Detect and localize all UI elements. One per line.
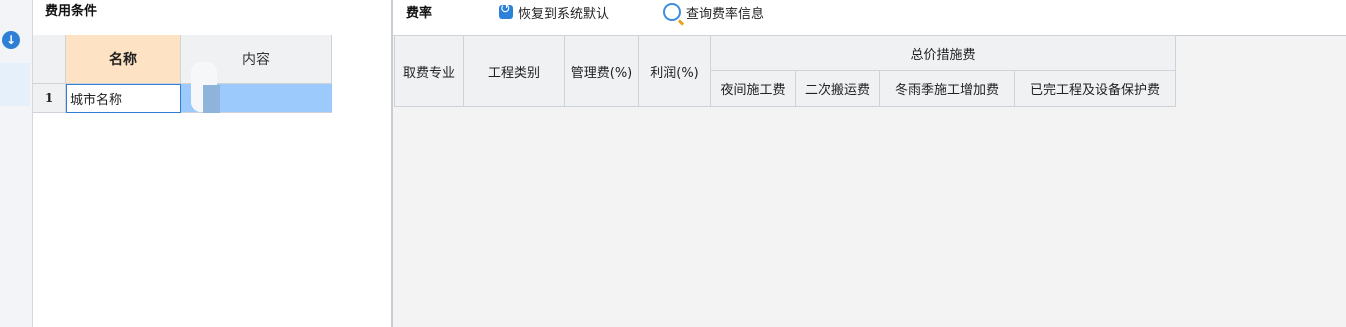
rates-panel: 费率 恢复到系统默认 查询费率信息 取费专业 工程类别 管理费(%) 利润(%)… [393,0,1346,327]
cursor-blur-overlay-dark [203,85,220,113]
restore-icon [499,2,513,19]
col-management-fee[interactable]: 管理费(%) [564,35,639,107]
download-arrow-icon[interactable]: ↓ [2,31,20,49]
col-winter-rain-extra[interactable]: 冬雨季施工增加费 [879,70,1015,107]
query-rate-info-label: 查询费率信息 [686,6,765,22]
restore-default-button[interactable]: 恢复到系统默认 [499,2,609,22]
col-project-category[interactable]: 工程类别 [463,35,565,107]
col-secondary-transport[interactable]: 二次搬运费 [795,70,880,107]
fee-conditions-title: 费用条件 [45,4,98,19]
col-group-total-measures[interactable]: 总价措施费 [710,35,1176,71]
column-header-name[interactable]: 名称 [66,35,181,84]
query-magnifier-icon [663,3,681,21]
restore-default-label: 恢复到系统默认 [518,6,610,22]
grid-corner-cell [33,35,66,84]
row-index: 1 [33,84,66,113]
left-side-strip: ↓ [0,0,33,327]
selected-nav-item[interactable] [0,63,30,106]
name-cell[interactable]: 城市名称 [66,84,181,113]
col-completed-works-protection[interactable]: 已完工程及设备保护费 [1014,70,1176,107]
grid-header-row: 名称 内容 [33,35,332,84]
rates-table: 取费专业 工程类别 管理费(%) 利润(%) 总价措施费 夜间施工费 二次搬运费… [394,35,1176,107]
col-night-construction[interactable]: 夜间施工费 [710,70,796,107]
table-row[interactable]: 1 城市名称 [33,84,332,113]
query-rate-info-button[interactable]: 查询费率信息 [663,2,764,22]
rates-title: 费率 [406,6,433,21]
col-profit[interactable]: 利润(%) [638,35,711,107]
col-fee-specialty[interactable]: 取费专业 [394,35,464,107]
fee-conditions-grid: 名称 内容 1 城市名称 [33,35,332,113]
fee-conditions-panel: 费用条件 名称 内容 1 城市名称 [33,0,393,327]
rates-toolbar: 费率 恢复到系统默认 查询费率信息 [393,0,1346,36]
